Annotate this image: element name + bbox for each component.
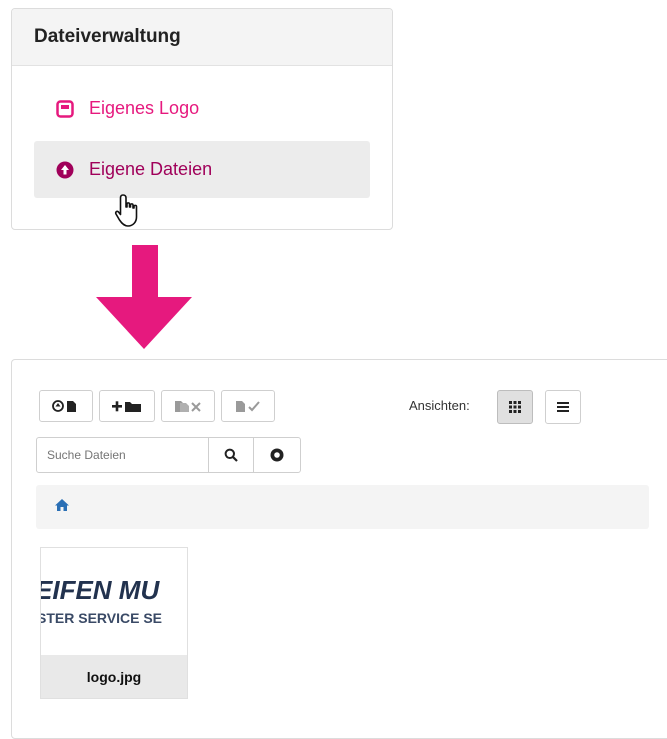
search-input[interactable]	[36, 437, 209, 473]
add-folder-icon	[112, 401, 141, 412]
home-icon[interactable]	[54, 498, 70, 517]
grid-icon	[509, 401, 521, 413]
list-icon	[557, 402, 569, 412]
delete-files-icon	[175, 401, 201, 412]
thumbnail-logo-text: EIFEN MU	[41, 575, 160, 605]
views-label: Ansichten:	[409, 398, 470, 413]
hand-pointer-cursor-icon	[113, 193, 145, 234]
new-folder-button[interactable]	[99, 390, 155, 422]
grid-view-button[interactable]	[497, 390, 533, 424]
menu-item-label: Eigene Dateien	[89, 159, 213, 179]
menu-item-label: Eigenes Logo	[89, 98, 200, 118]
delete-files-button[interactable]	[161, 390, 215, 422]
menu-item-own-logo[interactable]: Eigenes Logo	[34, 80, 370, 137]
file-item[interactable]: EIFEN MU STER SERVICE SE logo.jpg	[40, 547, 188, 699]
upload-file-button[interactable]	[39, 390, 93, 422]
upload-file-icon	[52, 400, 76, 412]
upload-circle-icon	[56, 161, 74, 179]
file-thumbnail: EIFEN MU STER SERVICE SE	[41, 548, 187, 656]
down-arrow-icon	[96, 245, 192, 354]
search-button[interactable]	[208, 437, 254, 473]
clear-search-button[interactable]	[253, 437, 301, 473]
panel-title: Dateiverwaltung	[12, 9, 392, 66]
file-name: logo.jpg	[41, 655, 187, 698]
search-icon	[224, 448, 238, 462]
breadcrumb	[36, 485, 649, 529]
image-icon	[56, 99, 74, 118]
select-files-button[interactable]	[221, 390, 275, 422]
check-files-icon	[236, 401, 260, 412]
list-view-button[interactable]	[545, 390, 581, 424]
clear-circle-icon	[270, 448, 284, 462]
menu-item-own-files[interactable]: Eigene Dateien	[34, 141, 370, 198]
thumbnail-logo-subtext: STER SERVICE SE	[41, 610, 163, 626]
